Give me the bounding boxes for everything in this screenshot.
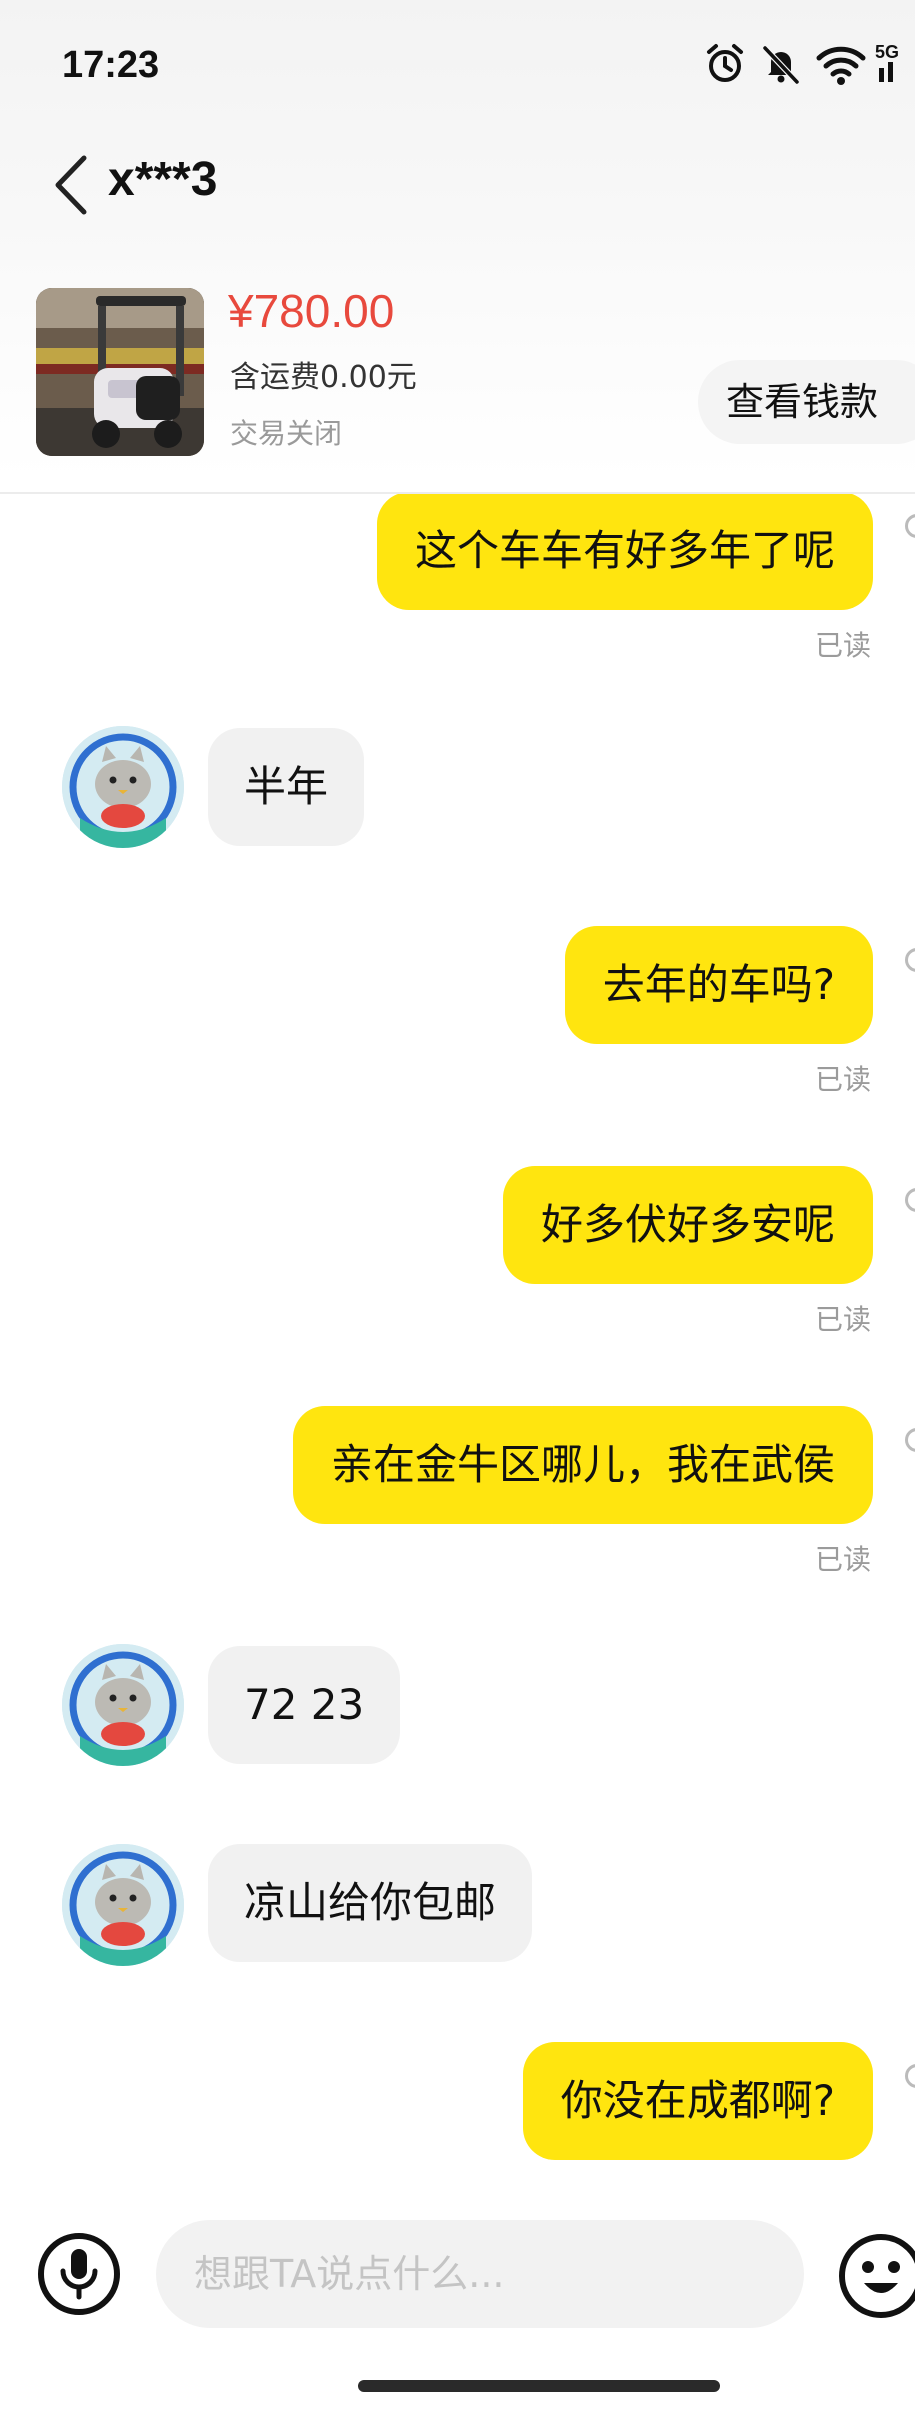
wifi-icon [816,46,866,85]
cat-avatar-icon [62,1844,184,1966]
message-status-icon [905,1188,915,1212]
product-price: ¥780.00 [228,285,395,337]
outgoing-message-bubble[interactable]: 你没在成都啊? [522,2042,873,2160]
cat-avatar-icon [62,1644,184,1766]
incoming-message-bubble[interactable]: 72 23 [208,1646,401,1764]
incoming-message-bubble[interactable]: 半年 [208,728,365,846]
outgoing-message-bubble[interactable]: 去年的车吗? [564,926,873,1044]
product-thumbnail[interactable] [36,288,204,456]
signal-icon: 5G [875,42,915,92]
avatar[interactable] [62,726,184,848]
message-status-icon [905,514,915,538]
microphone-icon[interactable] [36,2231,122,2317]
message-input[interactable] [156,2220,804,2328]
avatar[interactable] [62,1844,184,1966]
chat-screen: 17:23 5G x***3 ¥780.00 含运费0.00元 交易关闭 查看钱… [0,0,915,2412]
mute-icon [762,45,800,85]
avatar[interactable] [62,1644,184,1766]
read-receipt: 已读 [814,1543,871,1576]
outgoing-message-bubble[interactable]: 亲在金牛区哪儿，我在武侯 [292,1406,873,1524]
read-receipt: 已读 [814,629,871,662]
alarm-icon [707,44,743,82]
input-bar [0,2206,915,2346]
view-money-button[interactable]: 查看钱款 [698,360,915,444]
trade-status: 交易关闭 [230,417,343,450]
home-indicator[interactable] [358,2380,720,2392]
chat-title: x***3 [108,153,218,206]
outgoing-message-bubble[interactable]: 这个车车有好多年了呢 [376,494,873,610]
message-status-icon [905,2064,915,2088]
outgoing-message-bubble[interactable]: 好多伏好多安呢 [502,1166,873,1284]
emoji-icon[interactable] [836,2231,915,2321]
status-bar: 17:23 5G [0,0,915,130]
incoming-message-bubble[interactable]: 凉山给你包邮 [208,1844,533,1962]
cat-avatar-icon [62,726,184,848]
read-receipt: 已读 [814,1063,871,1096]
product-image [36,288,204,456]
message-status-icon [905,1428,915,1452]
back-button[interactable] [50,152,94,218]
message-status-icon [905,948,915,972]
status-time: 17:23 [62,44,160,86]
network-type: 5G [875,42,900,62]
read-receipt: 已读 [814,1303,871,1336]
product-shipping: 含运费0.00元 [230,360,417,395]
message-list[interactable]: 这个车车有好多年了呢 已读 半年 去年的车吗? 已读 好多伏好多安呢 已读 亲在… [0,494,915,2206]
